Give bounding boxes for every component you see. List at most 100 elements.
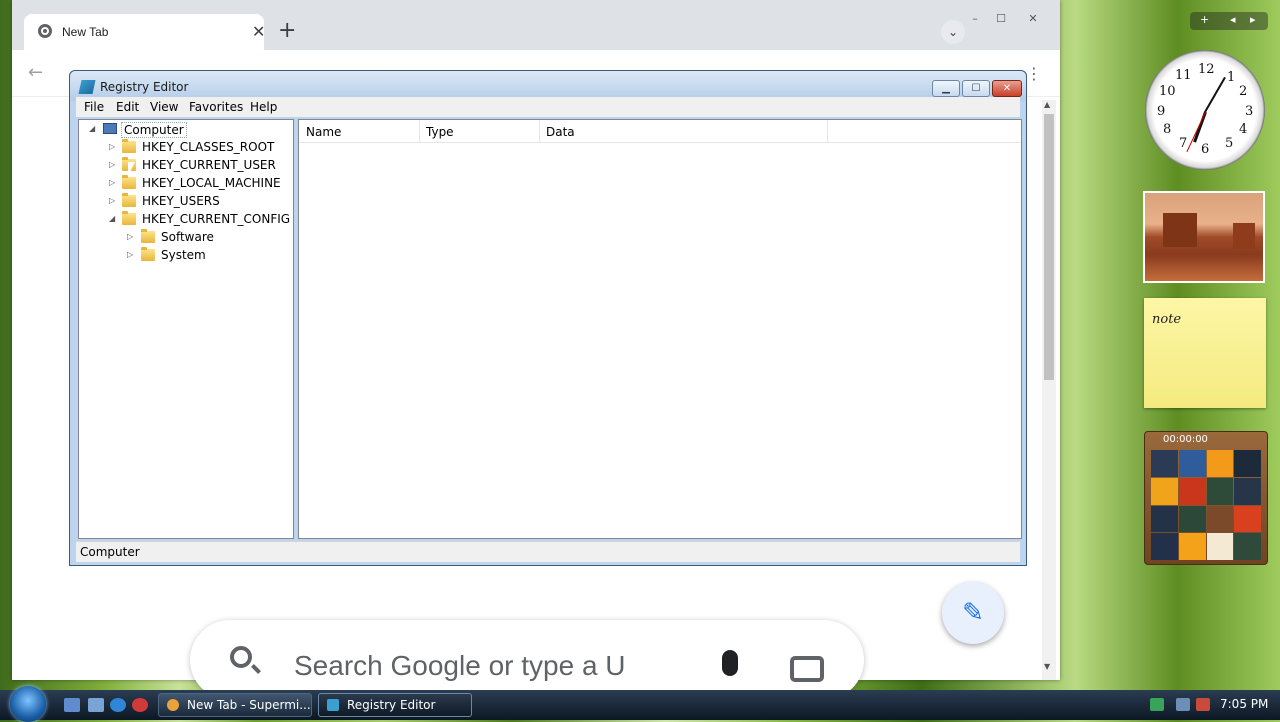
minimize-button[interactable]: ▁ (932, 80, 960, 97)
butte-shape (1163, 213, 1197, 247)
slideshow-gadget[interactable] (1143, 191, 1265, 283)
notes-gadget[interactable]: note (1144, 298, 1266, 408)
pencil-icon: ✎ (962, 598, 984, 628)
taskbar-item-registry-editor[interactable]: Registry Editor (318, 693, 472, 717)
microphone-icon[interactable] (722, 650, 738, 676)
next-gadget-button[interactable]: ▸ (1250, 13, 1256, 26)
tree-label: HKEY_CURRENT_USER (142, 158, 276, 172)
taskbar-clock[interactable]: 7:05 PM (1220, 697, 1268, 711)
expand-icon[interactable]: ▷ (127, 232, 133, 241)
maximize-button[interactable]: ☐ (992, 12, 1010, 26)
list-header: Name Type Data (299, 120, 1021, 143)
tray-app-icon[interactable] (1150, 698, 1164, 711)
column-name[interactable]: Name (306, 125, 341, 139)
expand-icon[interactable]: ▷ (109, 160, 115, 169)
taskbar-item-chrome[interactable]: New Tab - Supermi... (158, 693, 312, 717)
menu-file[interactable]: File (84, 100, 104, 114)
prev-gadget-button[interactable]: ◂ (1230, 13, 1236, 26)
column-divider[interactable] (539, 120, 540, 142)
menu-favorites[interactable]: Favorites (189, 100, 243, 114)
puzzle-tile[interactable] (1206, 477, 1234, 505)
clock-number: 11 (1175, 68, 1192, 83)
network-icon[interactable] (1176, 698, 1190, 711)
clock-number: 6 (1201, 142, 1210, 157)
column-divider[interactable] (827, 120, 828, 142)
column-type[interactable]: Type (426, 125, 454, 139)
puzzle-tile[interactable] (1151, 477, 1178, 505)
back-button[interactable]: ← (28, 62, 43, 83)
start-button[interactable] (10, 686, 46, 722)
puzzle-tile[interactable] (1206, 533, 1234, 560)
window-switcher-icon[interactable] (88, 698, 104, 712)
puzzle-tile[interactable] (1151, 533, 1178, 560)
clock-number: 1 (1227, 70, 1236, 85)
tab-title: New Tab (62, 25, 109, 39)
column-divider[interactable] (419, 120, 420, 142)
menu-edit[interactable]: Edit (116, 100, 139, 114)
gadget-toolbar: + ◂ ▸ (1190, 12, 1268, 30)
page-scrollbar[interactable]: ▲ ▼ (1042, 100, 1056, 680)
maximize-button[interactable]: ☐ (962, 80, 990, 97)
puzzle-tile[interactable] (1178, 450, 1206, 477)
expand-icon[interactable]: ▷ (109, 178, 115, 187)
clock-number: 12 (1198, 62, 1215, 77)
status-text: Computer (80, 545, 140, 559)
scroll-up-icon[interactable]: ▲ (1044, 100, 1050, 109)
puzzle-tile[interactable] (1178, 533, 1206, 560)
regedit-icon (78, 80, 96, 94)
puzzle-tile[interactable] (1178, 505, 1206, 533)
customize-edit-button[interactable]: ✎ (942, 582, 1004, 644)
puzzle-tile[interactable] (1234, 505, 1261, 533)
close-button[interactable]: ✕ (992, 80, 1022, 97)
clock-number: 10 (1159, 84, 1176, 99)
puzzle-tile[interactable] (1234, 450, 1261, 477)
clock-number: 3 (1245, 104, 1254, 119)
new-tab-button[interactable]: + (278, 20, 296, 42)
expand-icon[interactable]: ▷ (109, 196, 115, 205)
add-gadget-button[interactable]: + (1200, 13, 1209, 26)
folder-icon (122, 139, 136, 153)
clock-number: 5 (1225, 136, 1234, 151)
puzzle-grid[interactable] (1151, 450, 1261, 560)
note-text[interactable]: note (1152, 312, 1181, 327)
clock-number: 7 (1179, 136, 1188, 151)
puzzle-timer: 00:00:00 (1163, 434, 1208, 445)
folder-icon (122, 175, 136, 189)
puzzle-tile[interactable] (1234, 477, 1261, 505)
column-data[interactable]: Data (546, 125, 575, 139)
chrome-menu-button[interactable]: ⋮ (1026, 64, 1042, 83)
tab-search-button[interactable]: ⌄ (941, 20, 965, 44)
app-shortcut-icon[interactable] (132, 698, 148, 712)
minimize-button[interactable]: – (966, 12, 984, 26)
search-input[interactable]: Search Google or type a U (294, 650, 626, 682)
collapse-icon[interactable]: ◢ (89, 124, 95, 133)
puzzle-tile[interactable] (1206, 505, 1234, 533)
search-icon (230, 646, 252, 668)
values-list[interactable]: Name Type Data (298, 119, 1022, 539)
scroll-thumb[interactable] (1044, 114, 1054, 380)
collapse-icon[interactable]: ◢ (109, 214, 115, 223)
tab-close-icon[interactable]: ✕ (252, 22, 265, 41)
minute-hand (1204, 76, 1226, 113)
internet-explorer-icon[interactable] (110, 698, 126, 712)
clock-gadget[interactable]: 12 1 2 3 4 5 6 7 8 9 10 11 (1145, 50, 1265, 170)
puzzle-tile[interactable] (1206, 450, 1234, 477)
scroll-down-icon[interactable]: ▼ (1044, 662, 1050, 671)
menu-help[interactable]: Help (250, 100, 277, 114)
puzzle-tile[interactable] (1151, 450, 1178, 477)
google-search-box[interactable]: Search Google or type a U (190, 620, 864, 700)
puzzle-tile[interactable] (1234, 533, 1261, 560)
close-button[interactable]: ✕ (1024, 12, 1042, 26)
menu-view[interactable]: View (150, 100, 178, 114)
folder-open-icon (122, 211, 136, 225)
show-desktop-icon[interactable] (64, 698, 80, 712)
expand-icon[interactable]: ▷ (109, 142, 115, 151)
puzzle-tile[interactable] (1178, 477, 1206, 505)
registry-tree[interactable]: ◢ Computer ▷ HKEY_CLASSES_ROOT ▷ HKEY_CU… (78, 119, 294, 539)
puzzle-tile[interactable] (1151, 505, 1178, 533)
camera-icon[interactable] (790, 656, 824, 682)
volume-muted-icon[interactable] (1196, 698, 1210, 711)
picture-puzzle-gadget[interactable]: 00:00:00 (1144, 431, 1268, 565)
tab-new-tab[interactable]: New Tab ✕ (24, 14, 265, 50)
expand-icon[interactable]: ▷ (127, 250, 133, 259)
